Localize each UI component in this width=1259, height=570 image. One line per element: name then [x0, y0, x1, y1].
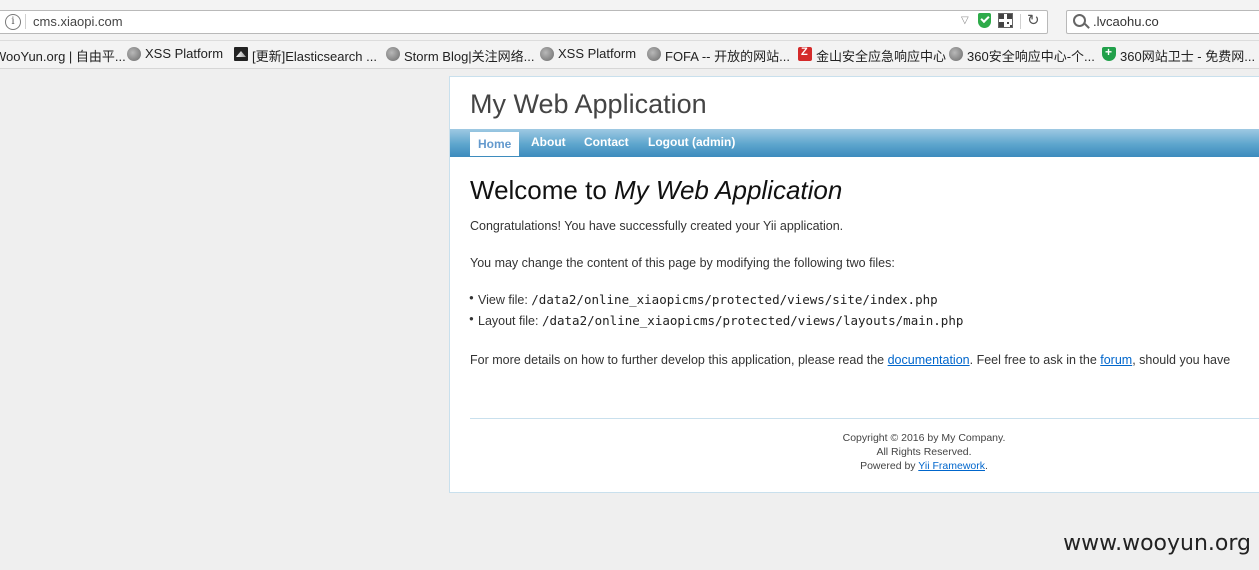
bookmark-label: 360安全响应中心-个...	[967, 49, 1095, 64]
bookmark-item[interactable]: 360安全响应中心-个...	[949, 46, 1095, 65]
welcome-prefix: Welcome to	[470, 175, 615, 205]
copyright-text: Copyright © 2016 by My Company.	[842, 432, 1006, 444]
bookmark-item[interactable]: 360网站卫士 - 免费网...	[1102, 45, 1256, 65]
main-menu: Home About Contact Logout (admin)	[450, 129, 1259, 157]
forum-link[interactable]: forum	[1100, 353, 1132, 367]
list-item: View file: /data2/online_xiaopicms/prote…	[469, 292, 938, 307]
globe-icon	[127, 47, 141, 61]
file-path: /data2/online_xiaopicms/protected/views/…	[531, 292, 938, 307]
red-bookmark-icon	[798, 46, 812, 61]
powered-by: Powered by Yii Framework.	[470, 459, 1259, 473]
globe-icon	[386, 47, 400, 61]
qr-code-icon[interactable]	[998, 13, 1013, 28]
details-text: For more details on how to further devel…	[470, 353, 1230, 367]
green-shield-icon	[1102, 45, 1116, 61]
yii-framework-link[interactable]: Yii Framework	[918, 460, 985, 472]
documentation-link[interactable]: documentation	[888, 353, 970, 367]
address-bar[interactable]: i cms.xiaopi.com ▽ ↻	[0, 10, 1048, 34]
bookmark-item[interactable]: XSS Platform	[127, 46, 224, 61]
congrats-text: Congratulations! You have successfully c…	[470, 219, 844, 233]
bookmark-label: WooYun.org | 自由平...	[0, 49, 126, 64]
globe-icon	[647, 47, 661, 61]
menu-item-contact[interactable]: Contact	[584, 135, 629, 149]
footer-divider	[470, 418, 1259, 419]
menu-item-home[interactable]: Home	[470, 132, 520, 156]
divider	[25, 14, 26, 29]
footer: Copyright © 2016 by My Company. All Righ…	[470, 431, 1259, 473]
shield-icon[interactable]	[978, 13, 991, 28]
reload-icon[interactable]: ↻	[1027, 11, 1040, 29]
details-after: , should you have	[1132, 353, 1231, 367]
page-title: Welcome to My Web Application	[470, 175, 842, 206]
chevron-down-icon[interactable]: ▽	[961, 15, 969, 26]
search-box[interactable]: .lvcaohu.co	[1066, 10, 1259, 34]
bookmark-label: FOFA -- 开放的网站...	[665, 49, 790, 64]
rights-text: All Rights Reserved.	[876, 446, 972, 458]
bookmark-label: [更新]Elasticsearch ...	[252, 49, 377, 64]
menu-item-about[interactable]: About	[531, 135, 566, 149]
search-input[interactable]: .lvcaohu.co	[1093, 14, 1159, 29]
watermark: www.wooyun.org	[1063, 531, 1251, 556]
bookmark-label: XSS Platform	[145, 46, 224, 61]
bookmark-label: Storm Blog|关注网络...	[404, 49, 535, 64]
bookmark-item[interactable]: Storm Blog|关注网络...	[386, 46, 535, 65]
file-path: /data2/online_xiaopicms/protected/views/…	[541, 313, 964, 328]
bookmark-item[interactable]: 金山安全应急响应中心	[798, 46, 947, 65]
change-text: You may change the content of this page …	[470, 256, 895, 270]
divider	[1020, 14, 1021, 29]
list-item: Layout file: /data2/online_xiaopicms/pro…	[469, 313, 964, 328]
url-input[interactable]: cms.xiaopi.com	[33, 14, 123, 29]
globe-icon	[540, 47, 554, 61]
bookmark-item[interactable]: [更新]Elasticsearch ...	[234, 46, 377, 65]
info-icon[interactable]: i	[5, 14, 21, 30]
bookmark-label: 360网站卫士 - 免费网...	[1120, 49, 1256, 64]
welcome-app-name: My Web Application	[614, 175, 843, 205]
browser-toolbar: i cms.xiaopi.com ▽ ↻ .lvcaohu.co	[0, 0, 1259, 41]
bookmark-item[interactable]: WooYun.org | 自由平...	[0, 46, 126, 65]
details-before: For more details on how to further devel…	[470, 353, 888, 367]
dark-bookmark-icon	[234, 47, 248, 61]
bookmark-item[interactable]: XSS Platform	[540, 46, 637, 61]
page-container: My Web Application Home About Contact Lo…	[449, 76, 1259, 493]
search-icon[interactable]	[1073, 14, 1086, 27]
file-label: Layout file:	[478, 314, 542, 328]
powered-by-end: .	[984, 460, 988, 472]
bookmarks-bar: WooYun.org | 自由平... XSS Platform [更新]Ela…	[0, 41, 1259, 69]
file-label: View file:	[478, 293, 532, 307]
bookmark-label: XSS Platform	[558, 46, 637, 61]
site-logo: My Web Application	[470, 89, 707, 119]
menu-item-logout[interactable]: Logout (admin)	[648, 135, 735, 149]
powered-by-label: Powered by	[860, 460, 919, 472]
details-middle: . Feel free to ask in the	[969, 353, 1101, 367]
bookmark-item[interactable]: FOFA -- 开放的网站...	[647, 46, 790, 65]
bookmark-label: 金山安全应急响应中心	[816, 49, 947, 64]
globe-icon	[949, 47, 963, 61]
